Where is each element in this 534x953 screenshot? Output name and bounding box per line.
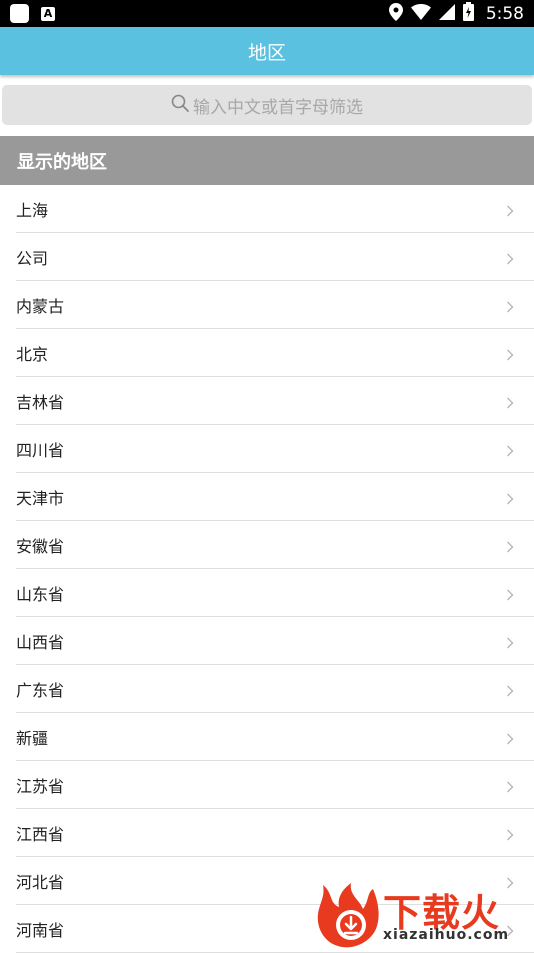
chevron-right-icon: [506, 682, 514, 701]
chevron-right-icon: [506, 826, 514, 845]
chevron-right-icon: [506, 202, 514, 221]
list-item-region[interactable]: 广东省: [16, 665, 534, 713]
title-bar: 地区: [0, 27, 534, 75]
region-label: 安徽省: [16, 536, 65, 556]
region-label: 四川省: [16, 440, 65, 460]
chevron-right-icon: [506, 394, 514, 413]
list-item-region[interactable]: 上海: [16, 185, 534, 233]
list-item-region[interactable]: 北京: [16, 329, 534, 377]
watermark: 下载火 xiazaihuo.com: [313, 879, 534, 950]
chevron-right-icon: [506, 298, 514, 317]
android-a-icon: A: [41, 6, 55, 21]
region-label: 上海: [16, 200, 49, 220]
list-item-region[interactable]: 天津市: [16, 473, 534, 521]
chevron-right-icon: [506, 730, 514, 749]
section-title: 显示的地区: [17, 151, 107, 173]
region-label: 北京: [16, 344, 49, 364]
list-item-region[interactable]: 内蒙古: [16, 281, 534, 329]
chevron-right-icon: [506, 538, 514, 557]
region-label: 江西省: [16, 824, 65, 844]
notification-app-icon: [10, 4, 29, 23]
region-label: 河北省: [16, 872, 65, 892]
status-time: 5:58: [485, 3, 524, 24]
region-label: 新疆: [16, 728, 49, 748]
chevron-right-icon: [506, 346, 514, 365]
region-label: 吉林省: [16, 392, 65, 412]
battery-icon: [462, 2, 474, 25]
search-bar: 输入中文或首字母筛选: [0, 85, 534, 125]
list-item-region[interactable]: 吉林省: [16, 377, 534, 425]
watermark-url: xiazaihuo.com: [383, 927, 510, 943]
chevron-right-icon: [506, 250, 514, 269]
region-label: 山西省: [16, 632, 65, 652]
chevron-right-icon: [506, 778, 514, 797]
list-item-region[interactable]: 安徽省: [16, 521, 534, 569]
list-item-region[interactable]: 山东省: [16, 569, 534, 617]
chevron-right-icon: [506, 586, 514, 605]
chevron-right-icon: [506, 490, 514, 509]
region-label: 广东省: [16, 680, 65, 700]
region-label: 河南省: [16, 920, 65, 940]
section-header: 显示的地区: [0, 136, 534, 185]
wifi-icon: [410, 3, 431, 24]
region-label: 天津市: [16, 488, 65, 508]
region-label: 公司: [16, 248, 49, 268]
location-icon: [388, 2, 403, 25]
chevron-right-icon: [506, 442, 514, 461]
list-item-region[interactable]: 四川省: [16, 425, 534, 473]
region-list: 上海 公司 内蒙古 北京 吉林省 四川省 天津市 安徽省 山东省 山西省 广东省: [0, 185, 534, 953]
status-bar: A 5:58: [0, 0, 534, 27]
page-title: 地区: [247, 41, 286, 64]
cell-signal-icon: [438, 3, 455, 24]
list-item-region[interactable]: 公司: [16, 233, 534, 281]
region-label: 内蒙古: [16, 296, 65, 316]
search-icon: [171, 94, 189, 116]
chevron-right-icon: [506, 634, 514, 653]
region-label: 江苏省: [16, 776, 65, 796]
list-item-region[interactable]: 江西省: [16, 809, 534, 857]
list-item-region[interactable]: 山西省: [16, 617, 534, 665]
list-item-region[interactable]: 新疆: [16, 713, 534, 761]
region-label: 山东省: [16, 584, 65, 604]
list-item-region[interactable]: 江苏省: [16, 761, 534, 809]
search-placeholder: 输入中文或首字母筛选: [193, 97, 363, 118]
search-input[interactable]: 输入中文或首字母筛选: [2, 85, 532, 125]
